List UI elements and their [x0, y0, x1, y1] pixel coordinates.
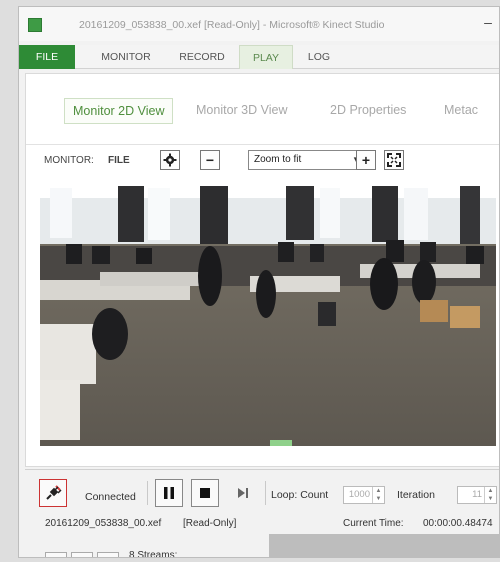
view-toolbar: MONITOR: FILE − Zoom to fit ▼ + — [26, 144, 499, 174]
menu-record[interactable]: RECORD — [171, 45, 233, 69]
file-name: 20161209_053838_00.xef — [45, 518, 162, 529]
menu-bar: FILE MONITOR RECORD PLAY LOG — [19, 45, 499, 69]
office-scene-image — [40, 184, 496, 446]
separator — [147, 481, 148, 505]
loop-count-value: 1000 — [348, 489, 370, 500]
window-title: 20161209_053838_00.xef [Read-Only] - Mic… — [79, 19, 385, 31]
monitor-source-value: FILE — [108, 155, 130, 166]
stop-button[interactable] — [191, 479, 219, 507]
menu-log[interactable]: LOG — [297, 45, 341, 69]
zoom-out-button[interactable]: − — [200, 150, 220, 170]
stream-toggle[interactable] — [97, 552, 119, 557]
tab-monitor-3d-view[interactable]: Monitor 3D View — [188, 98, 295, 124]
tab-monitor-2d-view[interactable]: Monitor 2D View — [64, 98, 174, 124]
zoom-select-value: Zoom to fit — [254, 154, 302, 165]
monitor-panel: Monitor 2D View Monitor 3D View 2D Prope… — [25, 73, 499, 467]
spinner-arrows-icon[interactable]: ▲ ▼ — [484, 487, 496, 503]
tab-metadata[interactable]: Metac — [436, 98, 486, 124]
kinect-studio-app-icon — [28, 18, 42, 32]
expand-icon — [387, 153, 401, 167]
iteration-stepper[interactable]: 11 ▲ ▼ — [457, 486, 497, 504]
streams-label: 8 Streams: — [129, 550, 178, 558]
tab-2d-properties[interactable]: 2D Properties — [322, 98, 414, 124]
color-frame-viewer[interactable] — [40, 184, 496, 446]
step-forward-icon — [238, 488, 248, 498]
file-mode: [Read-Only] — [183, 518, 237, 529]
current-time-label: Current Time: — [343, 518, 404, 529]
pause-button[interactable] — [155, 479, 183, 507]
zoom-in-button[interactable]: + — [356, 150, 376, 170]
fullscreen-button[interactable] — [384, 150, 404, 170]
gear-icon — [163, 153, 177, 167]
zoom-select[interactable]: Zoom to fit ▼ — [248, 150, 366, 170]
stream-toggle[interactable] — [71, 552, 93, 557]
stop-icon — [200, 488, 210, 498]
plug-icon — [46, 485, 62, 500]
menu-monitor[interactable]: MONITOR — [91, 45, 161, 69]
playback-bar: Connected Loop: Count 1000 ▲▼ Iteration — [25, 469, 499, 558]
title-bar: 20161209_053838_00.xef [Read-Only] - Mic… — [19, 7, 499, 41]
stream-toggle[interactable] — [45, 552, 67, 557]
menu-file[interactable]: FILE — [19, 45, 75, 69]
step-forward-button[interactable] — [229, 479, 257, 507]
connection-status: Connected — [85, 491, 136, 503]
iteration-label: Iteration — [397, 489, 435, 501]
spinner-arrows-icon[interactable]: ▲ ▼ — [372, 487, 384, 503]
connect-button[interactable] — [39, 479, 67, 507]
iteration-value: 11 — [472, 489, 482, 500]
loop-count-stepper[interactable]: 1000 ▲ ▼ — [343, 486, 385, 504]
kinect-studio-window: 20161209_053838_00.xef [Read-Only] - Mic… — [18, 6, 500, 558]
pause-icon — [164, 487, 174, 499]
monitor-label: MONITOR: — [44, 155, 94, 166]
loop-count-label: Loop: Count — [271, 489, 329, 501]
separator — [265, 481, 266, 505]
current-time-value: 00:00:00.48474 — [423, 518, 493, 529]
view-settings-button[interactable] — [160, 150, 180, 170]
menu-play[interactable]: PLAY — [239, 45, 293, 69]
timeline-track[interactable] — [269, 534, 499, 557]
view-tab-bar: Monitor 2D View Monitor 3D View 2D Prope… — [26, 74, 499, 138]
minimize-button[interactable]: – — [481, 15, 495, 29]
